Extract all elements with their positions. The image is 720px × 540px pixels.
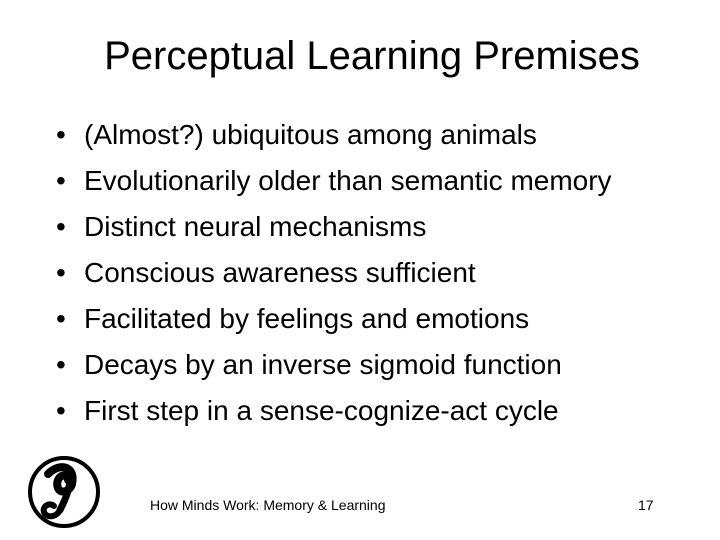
- bullet-dot-icon: •: [56, 303, 66, 334]
- bullet-text: First step in a sense-cognize-act cycle: [84, 395, 559, 426]
- bullet-dot-icon: •: [56, 165, 66, 196]
- slide-title: Perceptual Learning Premises: [104, 34, 640, 78]
- bullet-dot-icon: •: [56, 119, 66, 150]
- bullet-text: Conscious awareness sufficient: [84, 257, 476, 288]
- logo-graphic: [28, 456, 100, 528]
- bullet-dot-icon: •: [56, 349, 66, 380]
- bullet-text: Distinct neural mechanisms: [84, 211, 427, 242]
- bullet-text: (Almost?) ubiquitous among animals: [84, 119, 537, 150]
- page-number: 17: [638, 497, 654, 513]
- circle-swirl-logo-icon: [24, 452, 104, 532]
- bullet-dot-icon: •: [56, 395, 66, 426]
- bullet-text: Evolutionarily older than semantic memor…: [84, 165, 612, 196]
- bullet-dot-icon: •: [56, 257, 66, 288]
- bullet-text: Facilitated by feelings and emotions: [84, 303, 530, 334]
- bullet-dot-icon: •: [56, 211, 66, 242]
- bullet-text: Decays by an inverse sigmoid function: [84, 349, 562, 380]
- footer-text: How Minds Work: Memory & Learning: [150, 497, 386, 513]
